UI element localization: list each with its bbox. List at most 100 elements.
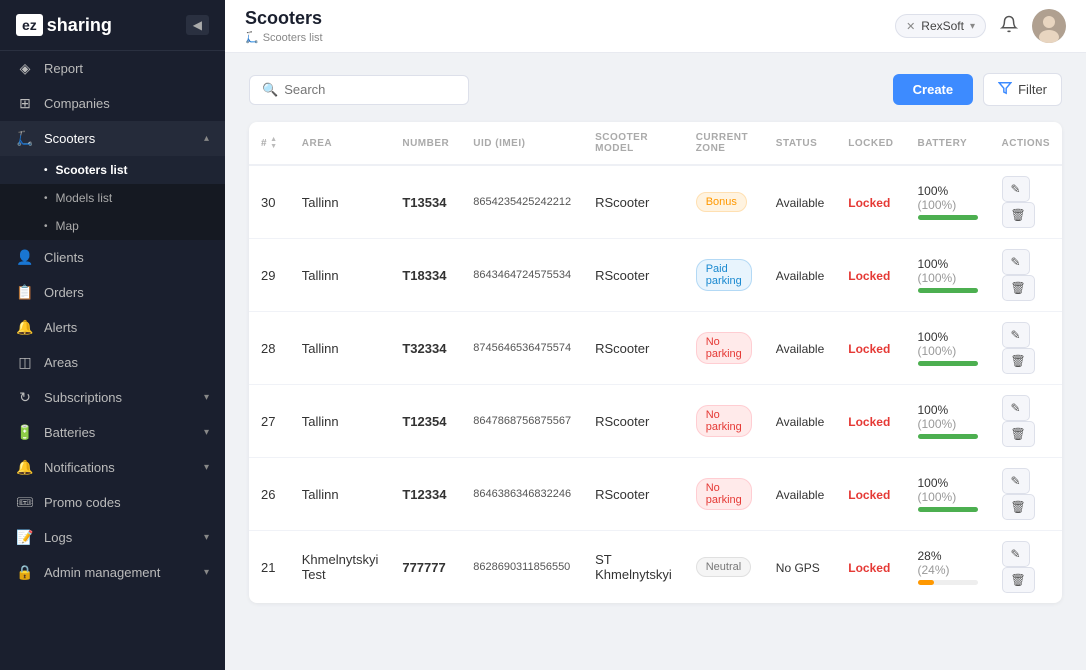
cell-area: Tallinn bbox=[290, 312, 391, 385]
alerts-icon: 🔔 bbox=[16, 319, 34, 336]
edit-button[interactable]: ✎ bbox=[1002, 395, 1030, 421]
battery-bar-fill bbox=[918, 215, 978, 220]
locked-status: Locked bbox=[848, 561, 890, 575]
battery-bar-fill bbox=[918, 361, 978, 366]
edit-button[interactable]: ✎ bbox=[1002, 541, 1030, 567]
sidebar-item-logs[interactable]: 📝 Logs ▾ bbox=[0, 520, 225, 555]
cell-model: RScooter bbox=[583, 239, 684, 312]
cell-actions: ✎ 🗑 bbox=[990, 165, 1063, 239]
sidebar-item-map[interactable]: Map bbox=[0, 212, 225, 240]
battery-bar-fill bbox=[918, 507, 978, 512]
scooters-table: # ▲▼ AREA NUMBER UID (IMEI) SCOOTERMODEL… bbox=[249, 122, 1062, 603]
table-row: 29 Tallinn T18334 8643464724575534 RScoo… bbox=[249, 239, 1062, 312]
create-button[interactable]: Create bbox=[893, 74, 973, 105]
cell-zone: No parking bbox=[684, 385, 764, 458]
cell-num: 21 bbox=[249, 531, 290, 604]
topbar-title-area: Scooters 🛴 Scooters list bbox=[245, 8, 895, 44]
cell-status: Available bbox=[764, 165, 836, 239]
notifications-button[interactable] bbox=[996, 11, 1022, 42]
edit-button[interactable]: ✎ bbox=[1002, 468, 1030, 494]
sidebar-item-promo-codes[interactable]: 🎟 Promo codes bbox=[0, 485, 225, 520]
cell-num: 26 bbox=[249, 458, 290, 531]
cell-status: Available bbox=[764, 385, 836, 458]
cell-model: RScooter bbox=[583, 312, 684, 385]
sidebar-toggle-button[interactable]: ◀ bbox=[186, 15, 209, 35]
cell-battery: 28%(24%) bbox=[906, 531, 990, 604]
sidebar-item-label: Companies bbox=[44, 96, 110, 111]
delete-button[interactable]: 🗑 bbox=[1002, 202, 1035, 228]
breadcrumb-icon: 🛴 bbox=[245, 31, 259, 44]
search-icon: 🔍 bbox=[262, 82, 278, 98]
cell-actions: ✎ 🗑 bbox=[990, 385, 1063, 458]
delete-button[interactable]: 🗑 bbox=[1002, 421, 1035, 447]
search-box[interactable]: 🔍 bbox=[249, 75, 469, 105]
zone-badge: Neutral bbox=[696, 557, 751, 577]
logs-icon: 📝 bbox=[16, 529, 34, 546]
col-locked: LOCKED bbox=[836, 122, 905, 165]
content-area: 🔍 Create Filter # bbox=[225, 53, 1086, 670]
sidebar-item-batteries[interactable]: 🔋 Batteries ▾ bbox=[0, 415, 225, 450]
cell-uid: 8628690311856550 bbox=[461, 531, 583, 604]
sidebar-item-models-list[interactable]: Models list bbox=[0, 184, 225, 212]
chevron-down-icon: ▾ bbox=[204, 462, 209, 473]
zone-badge: No parking bbox=[696, 332, 752, 364]
sidebar-item-label: Admin management bbox=[44, 565, 160, 580]
subscriptions-icon: ↻ bbox=[16, 389, 34, 406]
sidebar-item-areas[interactable]: ◫ Areas bbox=[0, 345, 225, 380]
cell-battery: 100%(100%) bbox=[906, 165, 990, 239]
sidebar-item-admin[interactable]: 🔒 Admin management ▾ bbox=[0, 555, 225, 590]
sidebar-item-label: Promo codes bbox=[44, 495, 121, 510]
sidebar-item-alerts[interactable]: 🔔 Alerts bbox=[0, 310, 225, 345]
sidebar-item-scooters-list[interactable]: Scooters list bbox=[0, 156, 225, 184]
delete-button[interactable]: 🗑 bbox=[1002, 348, 1035, 374]
cell-uid: 8654235425242212 bbox=[461, 165, 583, 239]
battery-bar-bg bbox=[918, 288, 978, 293]
cell-battery: 100%(100%) bbox=[906, 239, 990, 312]
cell-area: Khmelnytskyi Test bbox=[290, 531, 391, 604]
org-name: RexSoft bbox=[921, 19, 964, 33]
cell-number: T18334 bbox=[390, 239, 461, 312]
table-row: 28 Tallinn T32334 8745646536475574 RScoo… bbox=[249, 312, 1062, 385]
sidebar-item-scooters[interactable]: 🛴 Scooters ▴ bbox=[0, 121, 225, 156]
col-status: STATUS bbox=[764, 122, 836, 165]
sidebar-item-report[interactable]: ◈ Report bbox=[0, 51, 225, 86]
edit-button[interactable]: ✎ bbox=[1002, 322, 1030, 348]
cell-zone: No parking bbox=[684, 458, 764, 531]
chevron-down-icon: ▾ bbox=[204, 392, 209, 403]
sidebar: ez sharing ◀ ◈ Report ⊞ Companies 🛴 Scoo… bbox=[0, 0, 225, 670]
filter-button[interactable]: Filter bbox=[983, 73, 1062, 106]
battery-percent: 100%(100%) bbox=[918, 403, 978, 431]
cell-uid: 8647868756875567 bbox=[461, 385, 583, 458]
search-input[interactable] bbox=[284, 82, 456, 97]
delete-button[interactable]: 🗑 bbox=[1002, 275, 1035, 301]
col-actions: ACTIONS bbox=[990, 122, 1063, 165]
sidebar-item-clients[interactable]: 👤 Clients bbox=[0, 240, 225, 275]
logo-box: ez bbox=[16, 14, 43, 36]
org-selector[interactable]: ✕ RexSoft ▾ bbox=[895, 14, 986, 38]
sidebar-item-label: Alerts bbox=[44, 320, 77, 335]
sidebar-item-subscriptions[interactable]: ↻ Subscriptions ▾ bbox=[0, 380, 225, 415]
edit-button[interactable]: ✎ bbox=[1002, 249, 1030, 275]
sub-item-label: Scooters list bbox=[56, 163, 128, 177]
org-close-icon[interactable]: ✕ bbox=[906, 20, 915, 33]
scooters-icon: 🛴 bbox=[16, 130, 34, 147]
sidebar-item-notifications[interactable]: 🔔 Notifications ▾ bbox=[0, 450, 225, 485]
user-avatar[interactable] bbox=[1032, 9, 1066, 43]
delete-button[interactable]: 🗑 bbox=[1002, 567, 1035, 593]
battery-percent: 28%(24%) bbox=[918, 549, 978, 577]
cell-actions: ✎ 🗑 bbox=[990, 312, 1063, 385]
edit-button[interactable]: ✎ bbox=[1002, 176, 1030, 202]
sidebar-item-orders[interactable]: 📋 Orders bbox=[0, 275, 225, 310]
zone-badge: No parking bbox=[696, 478, 752, 510]
col-num[interactable]: # ▲▼ bbox=[261, 136, 278, 150]
battery-bar-fill bbox=[918, 288, 978, 293]
batteries-icon: 🔋 bbox=[16, 424, 34, 441]
sidebar-item-companies[interactable]: ⊞ Companies bbox=[0, 86, 225, 121]
chevron-down-icon: ▾ bbox=[204, 567, 209, 578]
cell-status: Available bbox=[764, 312, 836, 385]
col-number: NUMBER bbox=[390, 122, 461, 165]
battery-bar-fill bbox=[918, 580, 935, 585]
delete-button[interactable]: 🗑 bbox=[1002, 494, 1035, 520]
battery-percent: 100%(100%) bbox=[918, 476, 978, 504]
chevron-up-icon: ▴ bbox=[204, 133, 209, 144]
